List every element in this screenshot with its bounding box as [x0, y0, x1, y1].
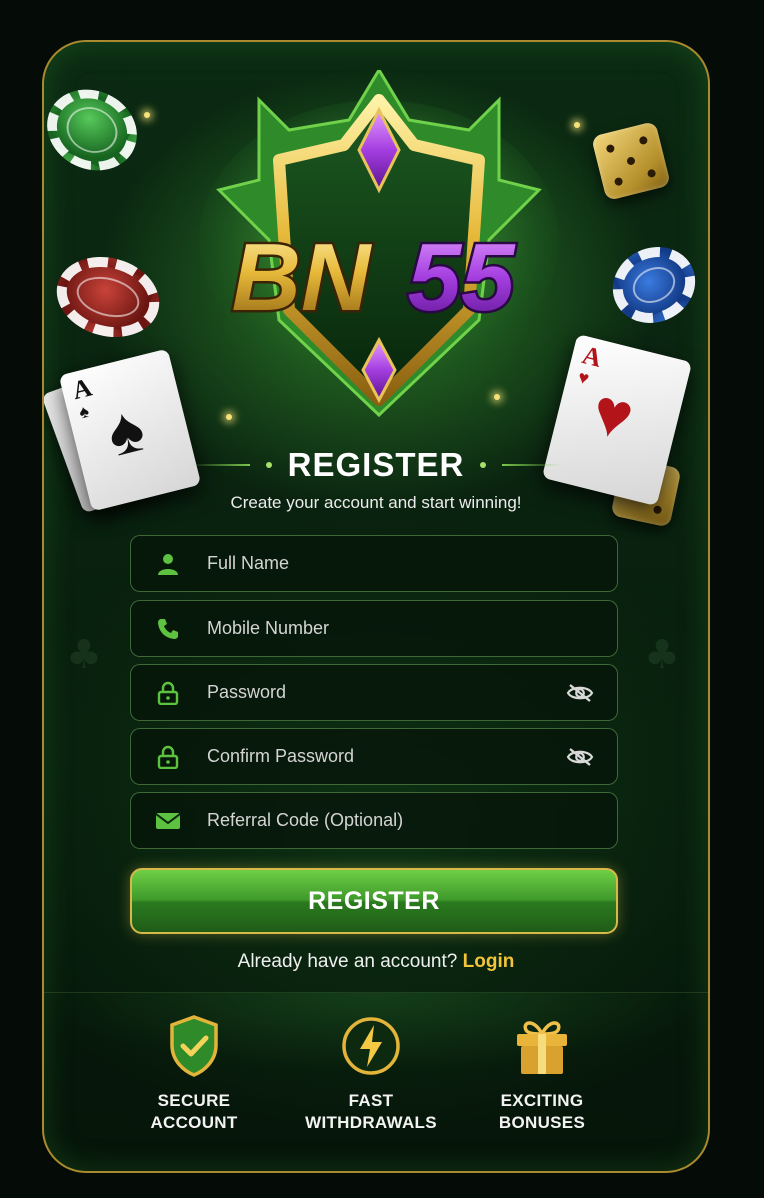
sparkle	[574, 122, 580, 128]
feature-label: FAST WITHDRAWALS	[305, 1091, 437, 1132]
user-icon	[155, 551, 181, 577]
heart-icon: ♥	[575, 366, 592, 389]
poker-chip-icon	[44, 75, 151, 185]
mobile-number-field[interactable]	[130, 600, 618, 657]
feature-label: EXCITING BONUSES	[498, 1091, 586, 1132]
page-title: REGISTER	[287, 446, 465, 483]
bn55-logo: BN 55	[199, 70, 559, 418]
lock-icon	[155, 680, 181, 706]
eye-off-icon[interactable]	[565, 745, 595, 769]
heart-icon: ♥	[584, 375, 641, 456]
divider-dot	[265, 462, 272, 468]
login-prompt-text: Already have an account?	[237, 951, 458, 972]
lightning-icon	[286, 1014, 456, 1078]
full-name-input[interactable]	[207, 536, 617, 591]
spade-icon: ♠	[76, 400, 92, 423]
confirm-password-field[interactable]	[130, 728, 618, 785]
eye-off-icon[interactable]	[565, 681, 595, 705]
password-input[interactable]	[207, 665, 565, 720]
sparkle	[144, 112, 150, 118]
login-link[interactable]: Login	[463, 951, 515, 972]
card-rank: A	[69, 372, 95, 406]
page-subtitle: Create your account and start winning!	[230, 493, 522, 512]
club-icon: ♣	[644, 632, 680, 678]
confirm-password-input[interactable]	[207, 729, 565, 784]
password-field[interactable]	[130, 664, 618, 721]
feature-exciting-bonuses: EXCITING BONUSES	[457, 1014, 627, 1134]
logo-text-bn: BN	[232, 224, 372, 331]
club-icon: ♣	[66, 632, 102, 678]
referral-code-input[interactable]	[207, 793, 617, 848]
shield-check-icon	[109, 1014, 279, 1078]
register-button[interactable]: REGISTER	[130, 868, 618, 934]
mobile-number-input[interactable]	[207, 601, 617, 656]
login-prompt: Already have an account? Login	[44, 951, 708, 973]
divider	[502, 464, 563, 466]
poker-chip-icon	[47, 245, 169, 349]
feature-label: SECURE ACCOUNT	[150, 1091, 238, 1132]
feature-secure-account: SECURE ACCOUNT	[109, 1014, 279, 1134]
referral-code-field[interactable]	[130, 792, 618, 849]
poker-chip-icon	[600, 233, 708, 337]
full-name-field[interactable]	[130, 535, 618, 592]
divider	[189, 464, 250, 466]
feature-fast-withdrawals: FAST WITHDRAWALS	[286, 1014, 456, 1134]
register-card: A ♠ ♠ A ♥ ♥ ♣ ♣ BN 55 REGISTER Create yo…	[42, 40, 710, 1173]
lock-icon	[155, 744, 181, 770]
phone-icon	[155, 616, 181, 642]
dice-icon	[590, 120, 672, 202]
gift-icon	[457, 1014, 627, 1078]
mail-icon	[155, 808, 181, 834]
heading-row: REGISTER	[44, 446, 708, 484]
logo-text-55: 55	[408, 224, 516, 331]
divider-dot	[480, 462, 487, 468]
